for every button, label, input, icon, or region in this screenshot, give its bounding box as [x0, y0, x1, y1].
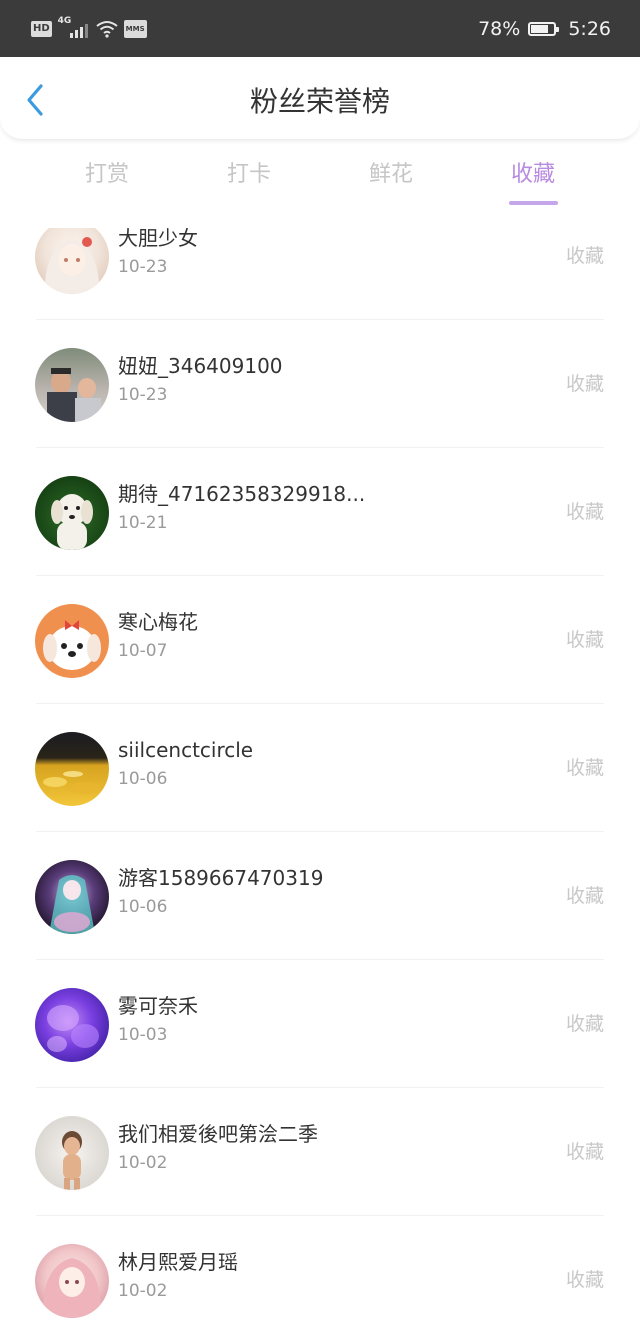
user-avatar[interactable] — [35, 1116, 109, 1190]
battery-icon — [528, 22, 560, 36]
list-item[interactable]: 林月熙爱月瑶 10-02 收藏 — [0, 1216, 640, 1330]
battery-percent: 78% — [478, 18, 521, 40]
user-name: 期待_47162358329918... — [118, 482, 366, 506]
item-date: 10-06 — [118, 769, 168, 789]
item-date: 10-21 — [118, 513, 168, 533]
hd-badge: HD — [31, 21, 52, 37]
user-avatar[interactable] — [35, 732, 109, 806]
user-avatar[interactable] — [35, 348, 109, 422]
item-date: 10-06 — [118, 897, 168, 917]
list-item[interactable]: siilcenctcircle 10-06 收藏 — [0, 704, 640, 832]
user-name: 林月熙爱月瑶 — [118, 1250, 238, 1274]
list-item[interactable]: 期待_47162358329918... 10-21 收藏 — [0, 448, 640, 576]
status-icons-right: 78% 5:26 — [478, 16, 611, 42]
wifi-icon — [96, 21, 118, 38]
user-avatar[interactable] — [35, 476, 109, 550]
list-item[interactable]: 雾可奈禾 10-03 收藏 — [0, 960, 640, 1088]
item-type-label: 收藏 — [565, 1013, 604, 1035]
user-avatar[interactable] — [35, 860, 109, 934]
item-type-label: 收藏 — [565, 1269, 604, 1291]
tab-favorites[interactable]: 收藏 — [473, 159, 593, 191]
cell-signal-icon: 4G — [58, 16, 90, 40]
item-date: 10-23 — [118, 257, 168, 277]
user-name: 我们相爱後吧第浍二季 — [118, 1122, 318, 1146]
user-avatar[interactable] — [35, 604, 109, 678]
list-item[interactable]: 大胆少女 10-23 收藏 — [0, 228, 640, 320]
user-name: 游客1589667470319 — [118, 866, 324, 890]
item-type-label: 收藏 — [565, 501, 604, 523]
tab-tips[interactable]: 打赏 — [47, 159, 167, 191]
item-type-label: 收藏 — [565, 245, 604, 267]
item-date: 10-03 — [118, 1025, 168, 1045]
user-name: 寒心梅花 — [118, 610, 198, 634]
app-header: 粉丝荣誉榜 — [0, 57, 640, 140]
list-item[interactable]: 妞妞_346409100 10-23 收藏 — [0, 320, 640, 448]
item-type-label: 收藏 — [565, 373, 604, 395]
clock: 5:26 — [568, 18, 611, 40]
status-icons-left: HD 4G MMS — [31, 16, 147, 40]
favorites-list[interactable]: 大胆少女 10-23 收藏 妞妞_346409100 10-23 收藏 期待_4… — [0, 228, 640, 1330]
tab-checkin[interactable]: 打卡 — [189, 159, 309, 191]
list-item[interactable]: 寒心梅花 10-07 收藏 — [0, 576, 640, 704]
status-bar: HD 4G MMS 78% 5:26 — [0, 0, 640, 57]
user-avatar[interactable] — [35, 1244, 109, 1318]
item-date: 10-23 — [118, 385, 168, 405]
user-name: siilcenctcircle — [118, 738, 254, 762]
list-item[interactable]: 我们相爱後吧第浍二季 10-02 收藏 — [0, 1088, 640, 1216]
user-name: 雾可奈禾 — [118, 994, 198, 1018]
item-date: 10-02 — [118, 1281, 168, 1301]
tab-bar: 打赏 打卡 鲜花 收藏 — [0, 145, 640, 209]
item-date: 10-07 — [118, 641, 168, 661]
item-date: 10-02 — [118, 1153, 168, 1173]
tab-flowers[interactable]: 鲜花 — [331, 159, 451, 191]
user-avatar[interactable] — [35, 228, 109, 294]
page-title: 粉丝荣誉榜 — [249, 85, 390, 118]
item-type-label: 收藏 — [565, 1141, 604, 1163]
user-name: 大胆少女 — [118, 228, 198, 250]
user-name: 妞妞_346409100 — [118, 354, 283, 378]
item-type-label: 收藏 — [565, 629, 604, 651]
item-type-label: 收藏 — [565, 885, 604, 907]
active-tab-indicator — [509, 201, 558, 205]
item-type-label: 收藏 — [565, 757, 604, 779]
user-avatar[interactable] — [35, 988, 109, 1062]
list-item[interactable]: 游客1589667470319 10-06 收藏 — [0, 832, 640, 960]
message-badge: MMS — [123, 20, 147, 38]
